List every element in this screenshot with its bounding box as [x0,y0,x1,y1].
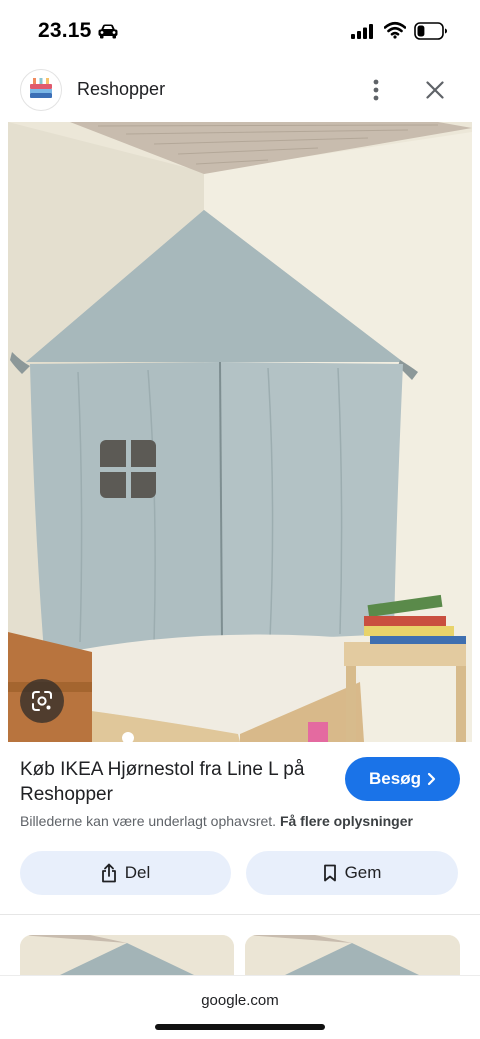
result-image[interactable] [8,122,472,742]
save-button-label: Gem [344,863,382,882]
car-icon [98,24,118,39]
close-button[interactable] [420,75,450,105]
share-icon [101,863,116,883]
lens-button[interactable] [20,679,64,723]
home-indicator[interactable] [155,1024,325,1030]
more-vertical-icon [373,79,379,101]
chevron-right-icon [427,772,436,786]
visit-button-label: Besøg [369,769,421,788]
battery-icon [414,22,447,40]
reshopper-logo [20,69,62,111]
result-title[interactable]: Køb IKEA Hjørnestol fra Line L på Reshop… [20,757,338,807]
copyright-text: Billederne kan være underlagt ophavsret. [20,813,277,829]
status-bar: 23.15 [0,0,480,62]
site-name: Reshopper [77,79,166,99]
more-info-link[interactable]: Få flere oplysninger [280,813,413,829]
save-button[interactable]: Gem [246,851,458,895]
url-label[interactable]: google.com [0,992,480,1009]
site-header: Reshopper [0,62,480,118]
more-options-button[interactable] [362,75,390,105]
browser-bottom-bar: google.com [0,975,480,1039]
wifi-icon [384,21,406,39]
cellular-signal-icon [351,24,373,39]
copyright-notice: Billederne kan være underlagt ophavsret.… [20,813,413,829]
divider [0,914,480,915]
close-icon [426,81,444,99]
visit-button[interactable]: Besøg [345,757,460,801]
bookmark-icon [323,864,336,882]
related-image-thumbnail[interactable] [245,935,460,975]
share-button[interactable]: Del [20,851,231,895]
related-image-thumbnail[interactable] [20,935,234,975]
share-button-label: Del [124,863,151,882]
google-lens-icon [32,691,52,711]
status-time: 23.15 [38,19,92,42]
